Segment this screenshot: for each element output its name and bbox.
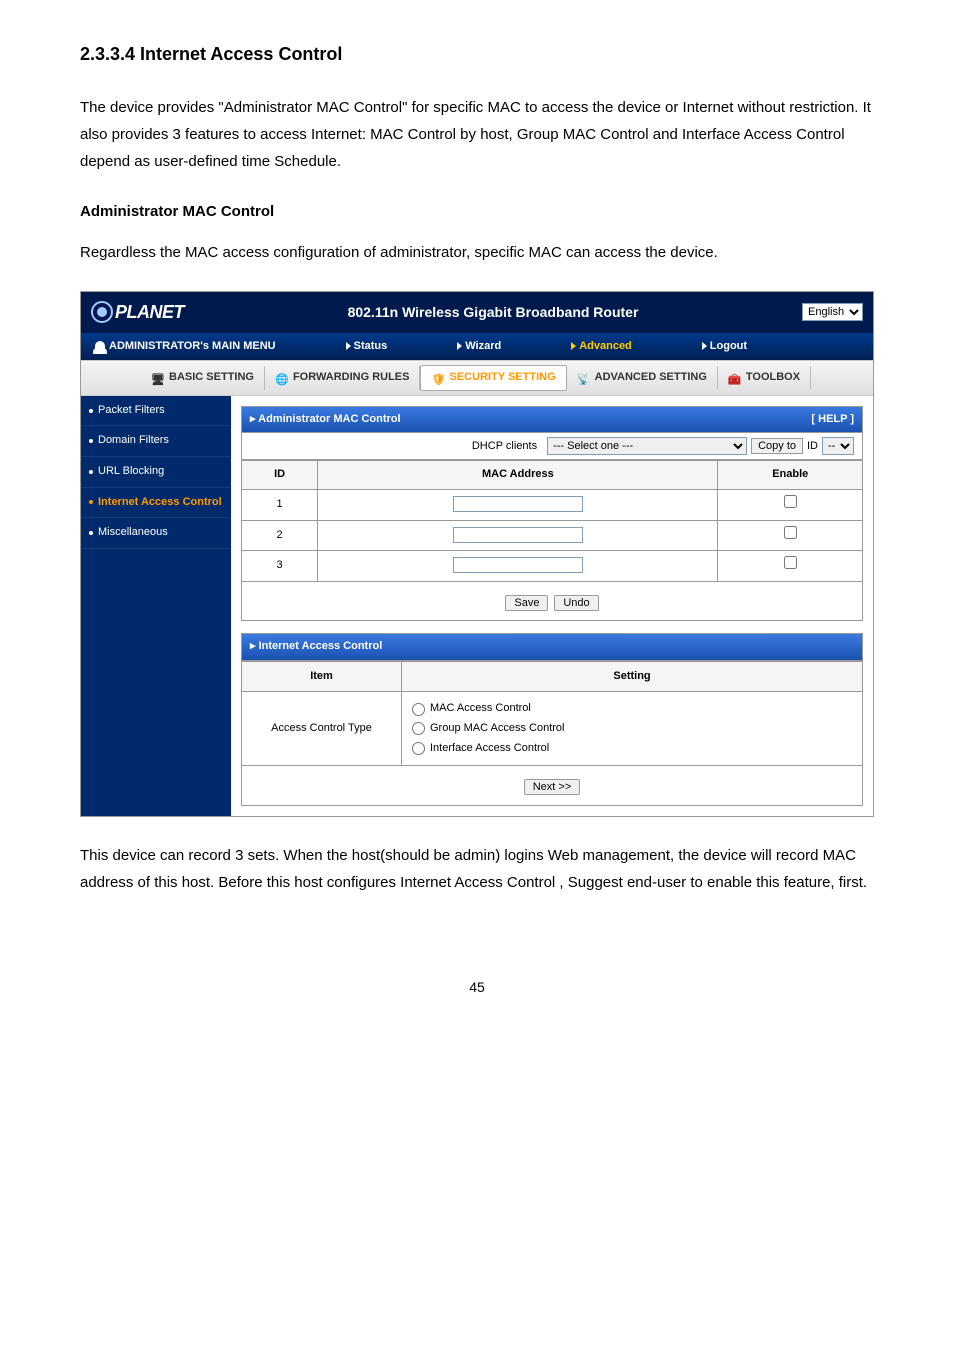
col-mac: MAC Address — [318, 461, 718, 490]
logo-text: PLANET — [115, 298, 184, 327]
shield-icon: 🛡 — [431, 372, 445, 384]
main-menu: ADMINISTRATOR's MAIN MENU Status Wizard … — [81, 333, 873, 361]
id-label: ID — [807, 438, 818, 456]
undo-button[interactable]: Undo — [554, 595, 598, 611]
copy-to-button[interactable]: Copy to — [751, 438, 803, 454]
top-banner: PLANET 802.11n Wireless Gigabit Broadban… — [81, 292, 873, 333]
monitor-icon: 🖥 — [151, 372, 165, 384]
sidebar-miscellaneous[interactable]: Miscellaneous — [81, 518, 231, 549]
mac-table: ID MAC Address Enable 1 2 3 — [241, 460, 863, 581]
table-row: 2 — [242, 520, 863, 551]
sidebar-domain-filters[interactable]: Domain Filters — [81, 426, 231, 457]
panel-title: Internet Access Control — [250, 638, 382, 656]
radio-label: Interface Access Control — [430, 740, 549, 758]
setting-table: Item Setting Access Control Type MAC Acc… — [241, 661, 863, 766]
sub-forwarding-rules[interactable]: 🌐FORWARDING RULES — [265, 366, 421, 390]
sub-security-setting[interactable]: 🛡SECURITY SETTING — [420, 365, 566, 391]
enable-checkbox-3[interactable] — [784, 556, 797, 569]
dhcp-select[interactable]: --- Select one --- — [547, 437, 747, 455]
col-enable: Enable — [718, 461, 863, 490]
radio-interface-access[interactable] — [412, 742, 425, 755]
sub-advanced-setting[interactable]: 📡ADVANCED SETTING — [567, 366, 718, 390]
main-menu-title: ADMINISTRATOR's MAIN MENU — [95, 338, 276, 356]
radio-group-mac-access[interactable] — [412, 722, 425, 735]
enable-checkbox-1[interactable] — [784, 495, 797, 508]
main-panel: Administrator MAC Control [ HELP ] DHCP … — [231, 396, 873, 816]
id-select[interactable]: -- — [822, 437, 854, 455]
dhcp-label: DHCP clients — [472, 438, 537, 456]
table-row: 1 — [242, 489, 863, 520]
sidebar-internet-access-control[interactable]: Internet Access Control — [81, 488, 231, 519]
col-item: Item — [242, 661, 402, 692]
admin-mac-title: Administrator MAC Control — [80, 200, 874, 224]
col-id: ID — [242, 461, 318, 490]
table-row: Access Control Type MAC Access Control G… — [242, 692, 863, 766]
admin-mac-panel-header: Administrator MAC Control [ HELP ] — [241, 406, 863, 434]
antenna-icon: 📡 — [577, 372, 591, 384]
page-number: 45 — [80, 976, 874, 998]
row-id: 3 — [242, 551, 318, 582]
sub-basic-setting[interactable]: 🖥BASIC SETTING — [141, 366, 265, 390]
admin-mac-text: Regardless the MAC access configuration … — [80, 239, 874, 266]
language-select[interactable]: English — [802, 303, 863, 321]
intro-text: The device provides "Administrator MAC C… — [80, 94, 874, 175]
sub-toolbox[interactable]: 🧰TOOLBOX — [718, 366, 811, 390]
radio-label: MAC Access Control — [430, 700, 531, 718]
banner-title: 802.11n Wireless Gigabit Broadband Route… — [184, 301, 802, 323]
internet-access-panel-header: Internet Access Control — [241, 633, 863, 661]
row-id: 2 — [242, 520, 318, 551]
table-row: 3 — [242, 551, 863, 582]
sub-menu: 🖥BASIC SETTING 🌐FORWARDING RULES 🛡SECURI… — [81, 360, 873, 396]
mac-input-1[interactable] — [453, 496, 583, 512]
menu-advanced[interactable]: Advanced — [571, 338, 632, 356]
help-link[interactable]: [ HELP ] — [811, 411, 854, 429]
sidebar-url-blocking[interactable]: URL Blocking — [81, 457, 231, 488]
mac-input-3[interactable] — [453, 557, 583, 573]
menu-logout[interactable]: Logout — [702, 338, 747, 356]
mac-input-2[interactable] — [453, 527, 583, 543]
radio-mac-access[interactable] — [412, 703, 425, 716]
logo: PLANET — [91, 298, 184, 327]
sidebar-packet-filters[interactable]: Packet Filters — [81, 396, 231, 427]
toolbox-icon: 🧰 — [728, 372, 742, 384]
sidebar: Packet Filters Domain Filters URL Blocki… — [81, 396, 231, 816]
globe-icon: 🌐 — [275, 372, 289, 384]
save-undo-row: Save Undo — [241, 582, 863, 621]
next-button[interactable]: Next >> — [524, 779, 581, 795]
panel-title: Administrator MAC Control — [250, 411, 401, 429]
dhcp-row: DHCP clients --- Select one --- Copy to … — [241, 433, 863, 460]
section-title: 2.3.3.4 Internet Access Control — [80, 40, 874, 69]
footer-text: This device can record 3 sets. When the … — [80, 842, 874, 896]
col-setting: Setting — [402, 661, 863, 692]
enable-checkbox-2[interactable] — [784, 526, 797, 539]
logo-icon — [91, 301, 113, 323]
menu-wizard[interactable]: Wizard — [457, 338, 501, 356]
row-id: 1 — [242, 489, 318, 520]
router-screenshot: PLANET 802.11n Wireless Gigabit Broadban… — [80, 291, 874, 817]
next-row: Next >> — [241, 766, 863, 805]
menu-status[interactable]: Status — [346, 338, 388, 356]
item-label: Access Control Type — [242, 692, 402, 766]
save-button[interactable]: Save — [505, 595, 548, 611]
user-icon — [95, 341, 105, 351]
radio-label: Group MAC Access Control — [430, 720, 565, 738]
